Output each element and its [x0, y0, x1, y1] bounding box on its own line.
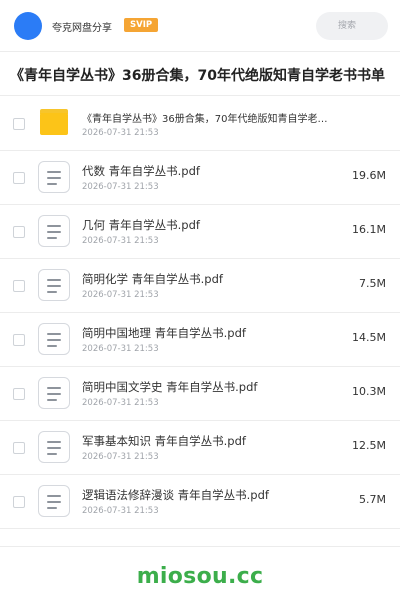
- row-checkbox[interactable]: [13, 496, 25, 508]
- document-icon: [38, 161, 70, 193]
- row-checkbox[interactable]: [13, 226, 25, 238]
- file-date: 2026-07-31 21:53: [82, 344, 159, 354]
- row-checkbox[interactable]: [13, 172, 25, 184]
- header-bar: 夸克网盘分享 SVIP 搜索: [0, 0, 400, 52]
- file-name[interactable]: 几何 青年自学丛书.pdf: [82, 217, 200, 233]
- row-checkbox[interactable]: [13, 388, 25, 400]
- file-size: 16.1M: [352, 223, 386, 236]
- folder-icon: [40, 109, 68, 135]
- file-name[interactable]: 代数 青年自学丛书.pdf: [82, 163, 200, 179]
- file-date: 2026-07-31 21:53: [82, 128, 159, 138]
- file-date: 2026-07-31 21:53: [82, 182, 159, 192]
- file-name[interactable]: 逻辑语法修辞漫谈 青年自学丛书.pdf: [82, 487, 269, 503]
- file-date: 2026-07-31 21:53: [82, 398, 159, 408]
- file-name[interactable]: 《青年自学丛书》36册合集，70年代绝版知青自学老…: [82, 110, 327, 125]
- file-row[interactable]: 简明化学 青年自学丛书.pdf 2026-07-31 21:53 7.5M: [0, 259, 400, 313]
- brand-name: 夸克网盘分享: [52, 23, 112, 34]
- document-icon: [38, 485, 70, 517]
- file-date: 2026-07-31 21:53: [82, 290, 159, 300]
- file-size: 10.3M: [352, 385, 386, 398]
- svip-badge: SVIP: [124, 18, 159, 32]
- footer-divider: [0, 546, 400, 547]
- file-size: 19.6M: [352, 169, 386, 182]
- document-icon: [38, 323, 70, 355]
- file-row[interactable]: 逻辑语法修辞漫谈 青年自学丛书.pdf 2026-07-31 21:53 5.7M: [0, 475, 400, 529]
- file-size: 5.7M: [359, 493, 386, 506]
- document-icon: [38, 269, 70, 301]
- file-row[interactable]: 简明中国文学史 青年自学丛书.pdf 2026-07-31 21:53 10.3M: [0, 367, 400, 421]
- share-title-bar: 《青年自学丛书》36册合集，70年代绝版知青自学老书书单: [0, 52, 400, 96]
- document-icon: [38, 377, 70, 409]
- row-checkbox[interactable]: [13, 334, 25, 346]
- file-name[interactable]: 简明中国地理 青年自学丛书.pdf: [82, 325, 246, 341]
- file-size: 12.5M: [352, 439, 386, 452]
- file-row[interactable]: 简明中国地理 青年自学丛书.pdf 2026-07-31 21:53 14.5M: [0, 313, 400, 367]
- document-icon: [38, 431, 70, 463]
- file-date: 2026-07-31 21:53: [82, 506, 159, 516]
- file-size: 14.5M: [352, 331, 386, 344]
- document-icon: [38, 215, 70, 247]
- row-checkbox[interactable]: [13, 118, 25, 130]
- search-input[interactable]: 搜索: [316, 12, 388, 40]
- file-row[interactable]: 军事基本知识 青年自学丛书.pdf 2026-07-31 21:53 12.5M: [0, 421, 400, 475]
- avatar[interactable]: [14, 12, 42, 40]
- file-row[interactable]: 几何 青年自学丛书.pdf 2026-07-31 21:53 16.1M: [0, 205, 400, 259]
- folder-row[interactable]: 《青年自学丛书》36册合集，70年代绝版知青自学老… 2026-07-31 21:…: [0, 97, 400, 151]
- file-row[interactable]: 代数 青年自学丛书.pdf 2026-07-31 21:53 19.6M: [0, 151, 400, 205]
- file-name[interactable]: 简明化学 青年自学丛书.pdf: [82, 271, 223, 287]
- file-name[interactable]: 军事基本知识 青年自学丛书.pdf: [82, 433, 246, 449]
- row-checkbox[interactable]: [13, 280, 25, 292]
- file-size: 7.5M: [359, 277, 386, 290]
- file-date: 2026-07-31 21:53: [82, 236, 159, 246]
- file-name[interactable]: 简明中国文学史 青年自学丛书.pdf: [82, 379, 257, 395]
- footer-brand: miosou.cc: [136, 564, 264, 589]
- file-date: 2026-07-31 21:53: [82, 452, 159, 462]
- share-title: 《青年自学丛书》36册合集，70年代绝版知青自学老书书单: [10, 68, 385, 84]
- row-checkbox[interactable]: [13, 442, 25, 454]
